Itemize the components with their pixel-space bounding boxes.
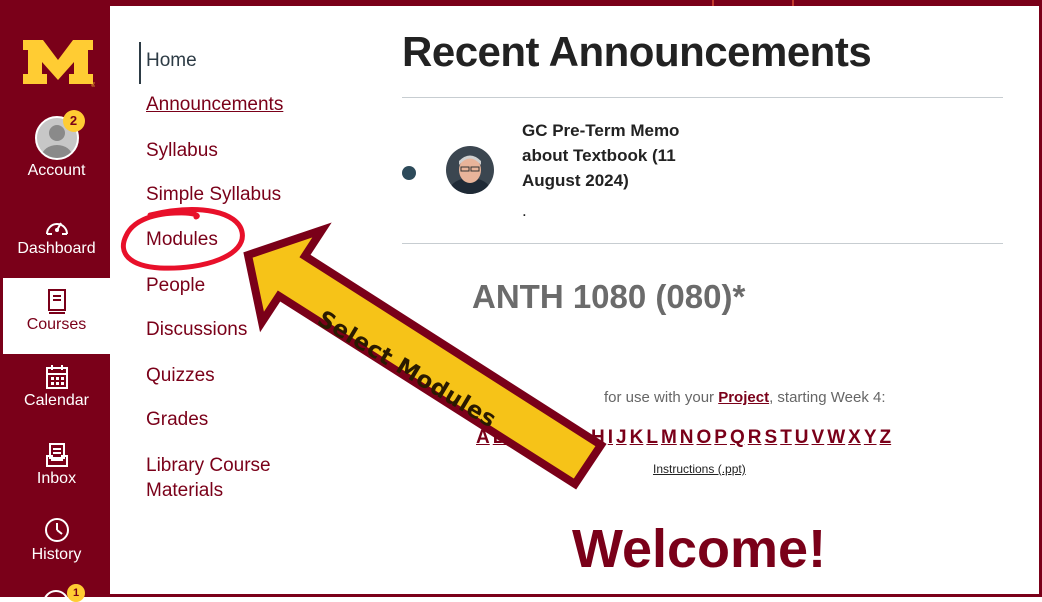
- nav-history-label: History: [31, 546, 82, 563]
- welcome-heading: Welcome!: [572, 519, 827, 579]
- course-nav-grades[interactable]: Grades: [146, 409, 208, 431]
- letter-link-z[interactable]: Z: [880, 427, 892, 448]
- course-nav-announcements[interactable]: Announcements: [146, 94, 283, 116]
- courses-icon: [47, 289, 66, 314]
- letter-link-r[interactable]: R: [748, 427, 762, 448]
- letter-link-w[interactable]: W: [827, 427, 845, 448]
- unread-indicator: [402, 166, 416, 180]
- announcement-excerpt: .: [522, 201, 527, 220]
- divider: [402, 243, 1003, 244]
- top-edge-fragment: [712, 0, 794, 6]
- letter-link-m[interactable]: M: [661, 427, 677, 448]
- history-icon: [44, 518, 69, 542]
- dashboard-icon: [45, 222, 68, 235]
- letter-link-t[interactable]: T: [780, 427, 792, 448]
- course-nav-library-course[interactable]: Library Course: [146, 455, 271, 477]
- divider: [402, 97, 1003, 98]
- nav-dashboard[interactable]: Dashboard: [3, 214, 110, 258]
- letter-link-u[interactable]: U: [795, 427, 809, 448]
- course-nav-modules[interactable]: Modules: [146, 229, 218, 251]
- letter-link-x[interactable]: X: [848, 427, 861, 448]
- project-link[interactable]: Project: [718, 389, 769, 406]
- project-prefix: for use with your: [604, 389, 719, 406]
- page-title: Recent Announcements: [402, 28, 872, 75]
- course-nav-quizzes[interactable]: Quizzes: [146, 365, 215, 387]
- letter-link-c[interactable]: C: [509, 427, 523, 448]
- nav-account[interactable]: 2 Account: [3, 110, 110, 180]
- project-suffix: , starting Week 4:: [769, 389, 886, 406]
- letter-link-i[interactable]: I: [608, 427, 613, 448]
- university-logo[interactable]: ®: [21, 36, 96, 89]
- course-nav-simple-syllabus[interactable]: Simple Syllabus: [146, 184, 281, 206]
- letter-link-h[interactable]: H: [591, 427, 605, 448]
- course-nav-library-materials[interactable]: Materials: [146, 480, 223, 502]
- global-navigation: ® 2 Account Dashboard Courses Calendar I…: [3, 6, 110, 602]
- course-nav-people[interactable]: People: [146, 275, 205, 297]
- letter-link-l[interactable]: L: [646, 427, 658, 448]
- letter-links: ABCDEFGHIJKLMNOPQRSTUVWXYZ: [476, 427, 894, 449]
- account-notification-badge: 2: [62, 110, 85, 132]
- letter-link-f[interactable]: F: [559, 427, 571, 448]
- announcement-title[interactable]: GC Pre-Term Memo about Textbook (11 Augu…: [522, 118, 722, 193]
- nav-account-label: Account: [27, 162, 86, 179]
- nav-courses-label: Courses: [26, 316, 87, 333]
- letter-link-y[interactable]: Y: [864, 427, 877, 448]
- author-photo-icon: [446, 146, 494, 194]
- letter-link-q[interactable]: Q: [730, 427, 745, 448]
- nav-calendar-label: Calendar: [24, 392, 89, 409]
- calendar-icon: [45, 365, 68, 389]
- help-notification-badge: 1: [67, 584, 85, 602]
- inbox-icon: [45, 443, 68, 467]
- letter-link-s[interactable]: S: [765, 427, 778, 448]
- instructions-link[interactable]: Instructions (.ppt): [653, 462, 746, 476]
- letter-link-d[interactable]: D: [526, 427, 540, 448]
- logo-m-icon: ®: [23, 40, 96, 89]
- nav-inbox-label: Inbox: [36, 470, 77, 487]
- nav-dashboard-label: Dashboard: [17, 240, 96, 257]
- nav-courses[interactable]: Courses: [3, 278, 110, 354]
- letter-link-b[interactable]: B: [493, 427, 507, 448]
- letter-link-v[interactable]: V: [812, 427, 825, 448]
- letter-link-e[interactable]: E: [543, 427, 556, 448]
- letter-link-j[interactable]: J: [616, 427, 627, 448]
- svg-text:®: ®: [91, 82, 95, 88]
- course-title: ANTH 1080 (080)*: [472, 278, 746, 315]
- nav-calendar[interactable]: Calendar: [3, 364, 110, 410]
- letter-link-n[interactable]: N: [680, 427, 694, 448]
- nav-inbox[interactable]: Inbox: [3, 442, 110, 488]
- letter-link-k[interactable]: K: [630, 427, 644, 448]
- nav-history[interactable]: History: [3, 516, 110, 564]
- active-item-indicator: [139, 42, 141, 84]
- letter-link-g[interactable]: G: [573, 427, 588, 448]
- course-nav-home[interactable]: Home: [146, 50, 197, 72]
- course-nav-syllabus[interactable]: Syllabus: [146, 140, 218, 162]
- course-nav-discussions[interactable]: Discussions: [146, 319, 247, 341]
- letter-link-o[interactable]: O: [697, 427, 712, 448]
- letter-link-p[interactable]: P: [714, 427, 727, 448]
- author-avatar: [446, 146, 494, 194]
- project-instructions-text: for use with your Project, starting Week…: [604, 389, 886, 406]
